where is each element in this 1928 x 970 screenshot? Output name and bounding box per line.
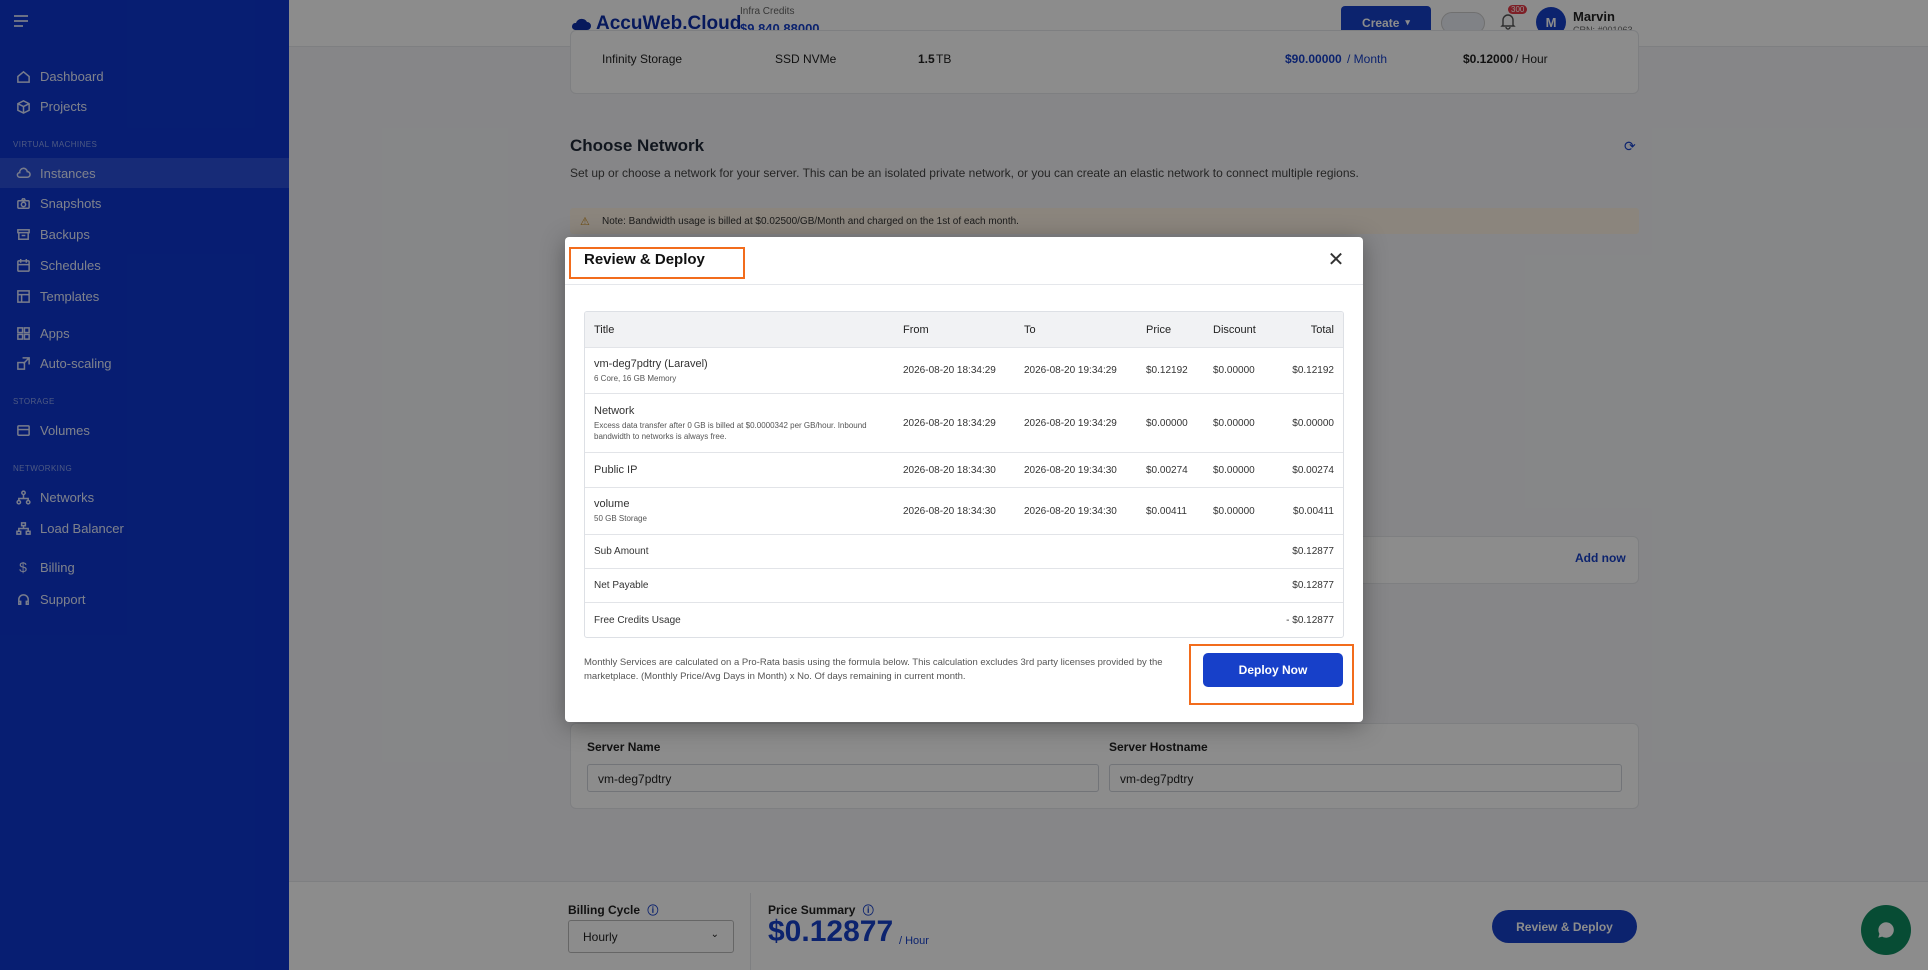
modal-header: Review & Deploy ✕ bbox=[565, 237, 1363, 285]
review-deploy-modal: Review & Deploy ✕ Title From To Price Di… bbox=[565, 237, 1363, 722]
row-title-cell: volume 50 GB Storage bbox=[594, 488, 647, 534]
column-header-to: To bbox=[1024, 323, 1036, 336]
row-from: 2026-08-20 18:34:30 bbox=[903, 464, 996, 476]
row-title: Network bbox=[594, 404, 635, 417]
row-discount: $0.00000 bbox=[1213, 365, 1255, 376]
row-to: 2026-08-20 19:34:29 bbox=[1024, 365, 1117, 376]
column-header-price: Price bbox=[1146, 323, 1172, 336]
summary-value: $0.12877 bbox=[1292, 580, 1334, 591]
column-header-from: From bbox=[903, 323, 929, 336]
row-price: $0.00411 bbox=[1146, 505, 1187, 517]
row-subtitle: 6 Core, 16 GB Memory bbox=[594, 373, 677, 383]
row-subtitle: Excess data transfer after 0 GB is bille… bbox=[594, 420, 867, 441]
cost-table: Title From To Price Discount Total vm-de… bbox=[584, 311, 1344, 638]
pro-rata-footnote: Monthly Services are calculated on a Pro… bbox=[584, 657, 1163, 682]
row-title-cell: Public IP bbox=[594, 453, 637, 487]
summary-label: Free Credits Usage bbox=[594, 614, 681, 626]
table-header-row: Title From To Price Discount Total bbox=[585, 312, 1343, 348]
row-total: $0.00411 bbox=[1293, 505, 1334, 517]
row-discount: $0.00000 bbox=[1213, 464, 1255, 476]
column-header-total: Total bbox=[1310, 323, 1334, 336]
row-discount: $0.00000 bbox=[1213, 505, 1255, 517]
summary-row-free-credits: Free Credits Usage - $0.12877 bbox=[585, 603, 1343, 637]
summary-value: $0.12877 bbox=[1292, 546, 1334, 557]
row-to: 2026-08-20 19:34:29 bbox=[1024, 417, 1117, 429]
row-title: Public IP bbox=[594, 464, 638, 476]
row-to: 2026-08-20 19:34:30 bbox=[1024, 505, 1117, 517]
column-header-title: Title bbox=[594, 323, 615, 336]
table-row: Public IP 2026-08-20 18:34:30 2026-08-20… bbox=[585, 453, 1343, 488]
row-subtitle: 50 GB Storage bbox=[594, 514, 647, 523]
row-from: 2026-08-20 18:34:29 bbox=[903, 417, 996, 429]
row-price: $0.00000 bbox=[1146, 417, 1188, 429]
column-header-discount: Discount bbox=[1213, 323, 1256, 336]
row-price: $0.12192 bbox=[1146, 365, 1188, 376]
table-row: volume 50 GB Storage 2026-08-20 18:34:30… bbox=[585, 488, 1343, 535]
summary-label: Sub Amount bbox=[594, 546, 649, 557]
row-from: 2026-08-20 18:34:29 bbox=[903, 365, 996, 376]
row-total: $0.00274 bbox=[1292, 464, 1334, 476]
row-title: vm-deg7pdtry (Laravel) bbox=[594, 357, 708, 370]
summary-row-sub-amount: Sub Amount $0.12877 bbox=[585, 535, 1343, 569]
summary-row-net-payable: Net Payable $0.12877 bbox=[585, 569, 1343, 603]
row-title: volume bbox=[594, 498, 630, 510]
modal-title: Review & Deploy bbox=[584, 251, 705, 268]
table-row: vm-deg7pdtry (Laravel) 6 Core, 16 GB Mem… bbox=[585, 348, 1343, 394]
row-from: 2026-08-20 18:34:30 bbox=[903, 505, 996, 517]
summary-label: Net Payable bbox=[594, 580, 649, 591]
row-title-cell: Network Excess data transfer after 0 GB … bbox=[594, 394, 894, 452]
row-to: 2026-08-20 19:34:30 bbox=[1024, 464, 1117, 476]
row-total: $0.12192 bbox=[1292, 365, 1334, 376]
row-title-cell: vm-deg7pdtry (Laravel) 6 Core, 16 GB Mem… bbox=[594, 348, 708, 393]
deploy-now-button[interactable]: Deploy Now bbox=[1203, 653, 1343, 687]
table-row: Network Excess data transfer after 0 GB … bbox=[585, 394, 1343, 453]
row-discount: $0.00000 bbox=[1213, 417, 1255, 429]
close-icon[interactable]: ✕ bbox=[1325, 249, 1347, 271]
summary-value: - $0.12877 bbox=[1286, 614, 1334, 626]
row-total: $0.00000 bbox=[1292, 417, 1334, 429]
row-price: $0.00274 bbox=[1146, 464, 1188, 476]
